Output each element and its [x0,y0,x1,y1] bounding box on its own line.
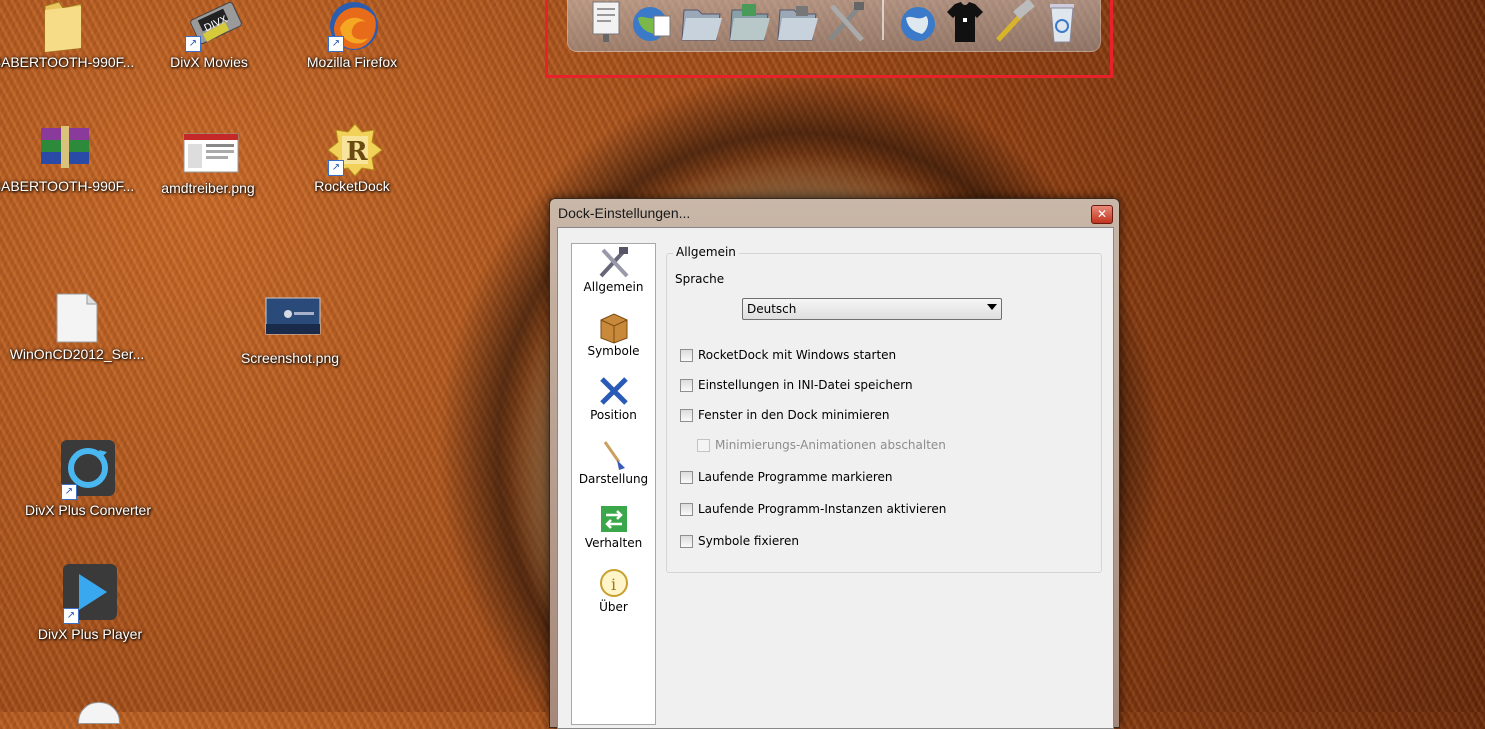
checkbox[interactable] [680,470,693,484]
info-icon: i [572,566,655,600]
shortcut-arrow-icon: ↗ [328,36,344,52]
option-lock-icons[interactable]: Symbole fixieren [680,534,799,548]
image-file-icon [182,124,239,176]
shortcut-arrow-icon: ↗ [63,608,79,624]
desktop-icon-amdtreiber[interactable]: amdtreiber.png [133,124,283,196]
brush-icon [572,438,655,472]
folder-icon [37,0,89,53]
language-value: Deutsch [747,302,797,316]
nav-item-allgemein[interactable]: Allgemein [572,246,655,294]
checkbox[interactable] [680,408,693,422]
firefox-icon: ↗ [326,0,378,52]
shortcut-arrow-icon: ↗ [61,484,77,500]
dock-settings-dialog: Dock-Einstellungen... ✕ Allgemein Symbol… [549,198,1120,729]
desktop-icon-divx-plus-converter[interactable]: ↗ DivX Plus Converter [13,438,163,518]
desktop-icon-mozilla-firefox[interactable]: ↗ Mozilla Firefox [277,0,427,70]
checkbox[interactable] [680,348,693,362]
text-file-icon [51,290,103,343]
desktop-icon-divx-plus-player[interactable]: ↗ DivX Plus Player [15,562,165,642]
nav-item-symbole[interactable]: Symbole [572,310,655,358]
arrows-icon [572,374,655,408]
globe-document-icon[interactable] [630,0,671,44]
nav-item-ueber[interactable]: i Über [572,566,655,614]
box-icon [572,310,655,344]
option-minimize-to-dock[interactable]: Fenster in den Dock minimieren [680,408,889,422]
recycle-bin-icon[interactable] [1042,0,1082,44]
exchange-icon [572,502,655,536]
divx-movies-icon: DIVX ↗ [183,0,242,52]
nav-item-darstellung[interactable]: Darstellung [572,438,655,486]
option-mark-running[interactable]: Laufende Programme markieren [680,470,893,484]
nav-item-verhalten[interactable]: Verhalten [572,502,655,550]
checkbox[interactable] [680,502,693,516]
shortcut-arrow-icon: ↗ [328,160,344,176]
desktop-icon-rocketdock[interactable]: R ↗ RocketDock [277,122,427,194]
option-start-with-windows[interactable]: RocketDock mit Windows starten [680,348,896,362]
desktop-icon-sabertooth-archive[interactable]: SABERTOOTH-990F... [0,122,138,194]
dialog-title: Dock-Einstellungen... [558,205,691,221]
checkbox [697,438,710,452]
folder-icon[interactable] [776,0,818,44]
settings-nav: Allgemein Symbole Position Darstellung V… [571,243,656,725]
language-label: Sprache [675,272,725,286]
rocketdock-icon: R ↗ [326,122,383,177]
dialog-body: Allgemein Symbole Position Darstellung V… [557,227,1114,729]
svg-text:R: R [346,137,368,167]
tools-icon[interactable] [824,0,864,44]
winrar-archive-icon [37,122,89,174]
close-icon: ✕ [1096,207,1108,221]
desktop-icon-sabertooth-folder[interactable]: SABERTOOTH-990F... [0,0,138,70]
folder-icon[interactable] [680,0,722,44]
option-save-ini[interactable]: Einstellungen in INI-Datei speichern [680,378,913,392]
desktop-icon-winoncd[interactable]: WinOnCD2012_Ser... [2,290,152,362]
checkbox[interactable] [680,534,693,548]
svg-text:i: i [611,575,616,594]
tools-icon [572,246,655,280]
hammer-icon[interactable] [992,0,1035,44]
notepad-icon[interactable] [586,0,626,44]
option-disable-minimize-animation: Minimierungs-Animationen abschalten [697,438,946,452]
folder-icon[interactable] [728,0,770,44]
option-activate-instances[interactable]: Laufende Programm-Instanzen aktivieren [680,502,946,516]
chevron-down-icon [987,304,997,310]
group-title: Allgemein [673,245,739,259]
checkbox[interactable] [680,378,693,392]
shirt-icon[interactable] [945,0,985,44]
desktop-icon-partial[interactable] [78,702,120,724]
nav-item-position[interactable]: Position [572,374,655,422]
close-button[interactable]: ✕ [1091,205,1113,224]
dock-separator [882,0,884,40]
image-file-icon [264,294,321,346]
divx-converter-icon: ↗ [59,438,117,500]
globe-icon[interactable] [896,0,936,44]
shortcut-arrow-icon: ↗ [185,36,201,52]
divx-player-icon: ↗ [61,562,119,624]
desktop-icon-screenshot[interactable]: Screenshot.png [215,294,365,366]
desktop-icon-divx-movies[interactable]: DIVX ↗ DivX Movies [134,0,284,70]
language-select[interactable]: Deutsch [742,298,1002,320]
